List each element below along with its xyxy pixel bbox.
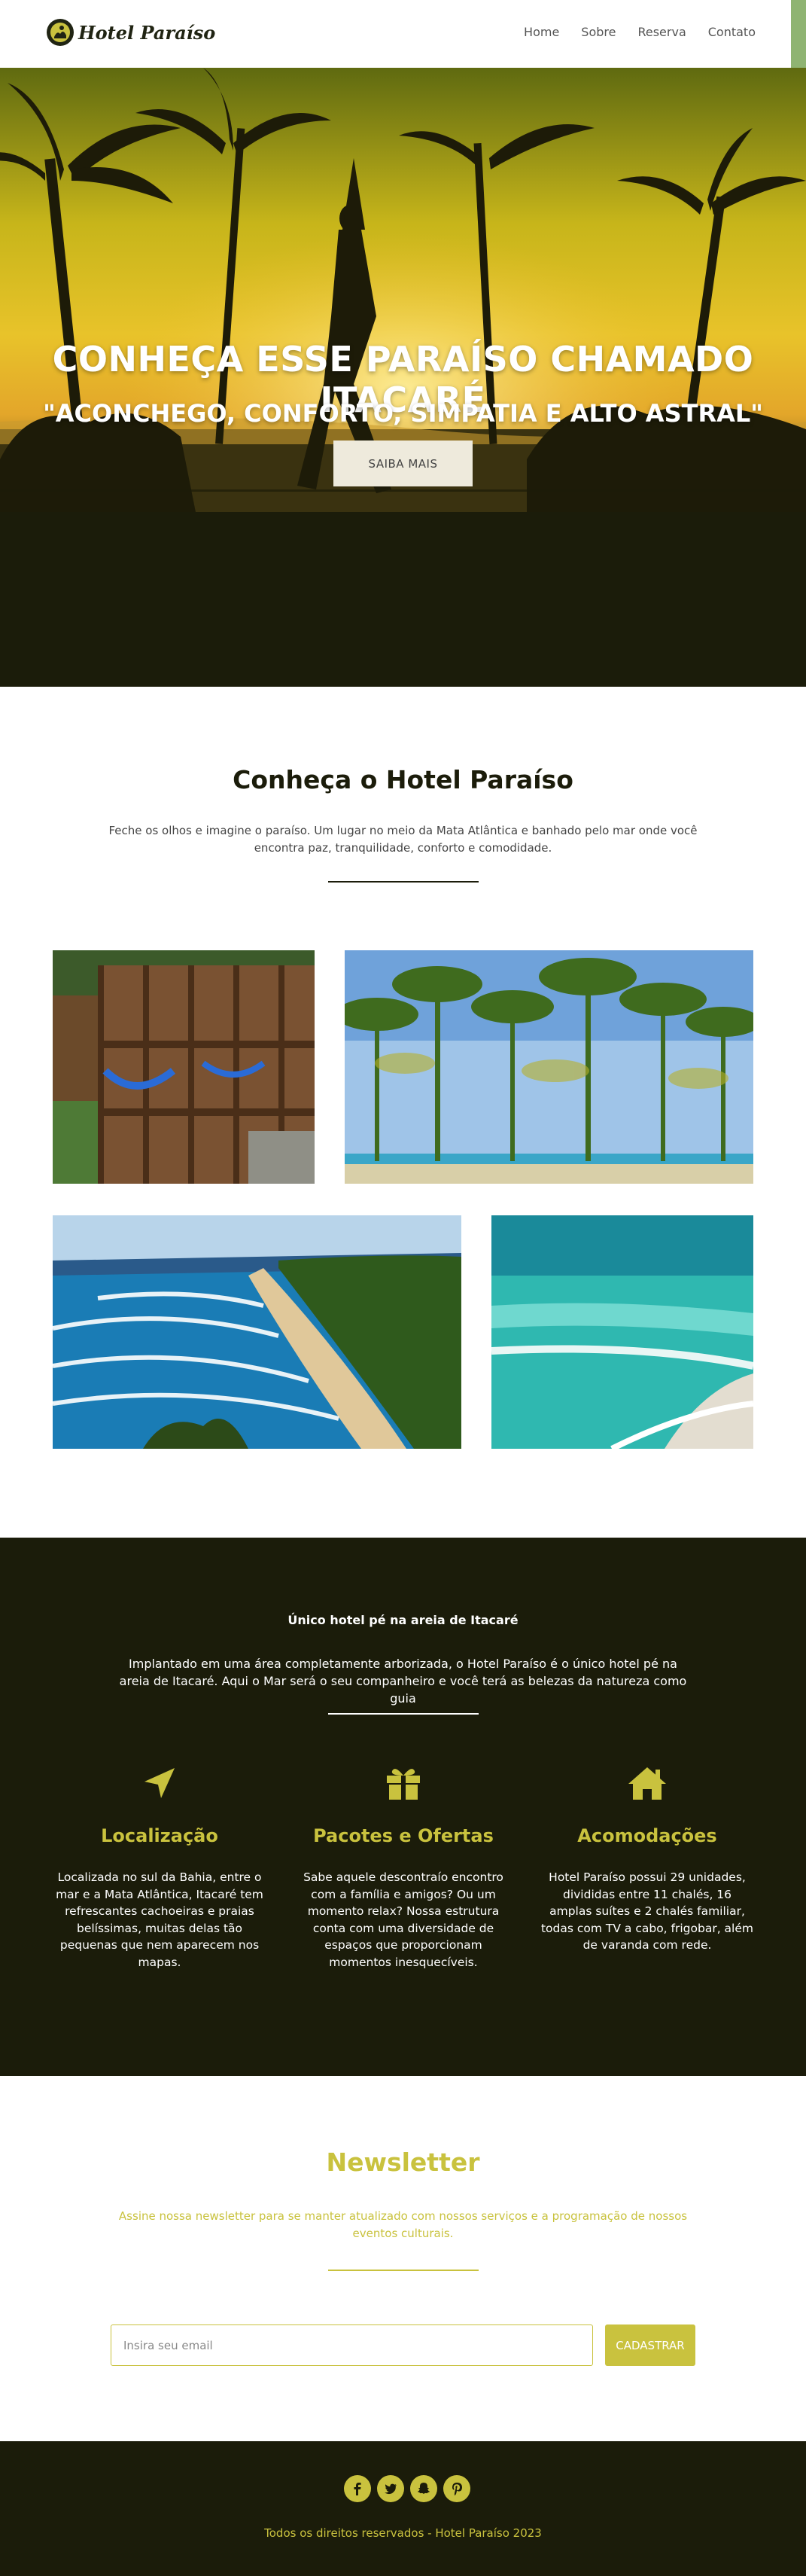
logo[interactable]: Hotel Paraíso [47,19,215,46]
nav-sobre-link[interactable]: Sobre [581,25,616,39]
twitter-icon[interactable] [377,2475,404,2502]
palm-trees-beach-photo [345,950,753,1184]
cadastrar-button[interactable]: CADASTRAR [605,2324,695,2366]
copyright-text: Todos os direitos reservados - Hotel Par… [264,2526,542,2540]
features-title: Único hotel pé na areia de Itacaré [287,1613,519,1627]
facebook-icon[interactable] [344,2475,371,2502]
pinterest-icon[interactable] [443,2475,470,2502]
newsletter-description: Assine nossa newsletter para se manter a… [118,2209,688,2240]
feature-text: Sabe aquele descontraío encontro com a f… [303,1870,503,1969]
logo-text: Hotel Paraíso [78,21,216,44]
newsletter-section: Newsletter Assine nossa newsletter para … [0,2076,806,2441]
nav-accent-strip [791,0,806,68]
nav-contato-link[interactable]: Contato [708,25,756,39]
hero-section: CONHEÇA ESSE PARAÍSO CHAMADO ITACARÉ "AC… [0,68,806,687]
newsletter-title: Newsletter [326,2148,480,2177]
snapchat-icon[interactable] [410,2475,437,2502]
aerial-beach-photo [53,1215,461,1449]
newsletter-divider [328,2270,479,2271]
gift-icon [297,1764,510,1803]
social-links [344,2475,470,2502]
feature-localizacao: Localização Localizada no sul da Bahia, … [53,1764,266,1971]
wooden-chalet-photo [53,950,315,1184]
about-description: Feche os olhos e imagine o paraíso. Um l… [108,824,698,855]
location-arrow-icon [53,1764,266,1803]
logo-icon [47,19,74,46]
about-section: Conheça o Hotel Paraíso Feche os olhos e… [0,687,806,1538]
feature-text: Localizada no sul da Bahia, entre o mar … [56,1870,263,1969]
turquoise-sea-photo [491,1215,753,1449]
top-navbar: Hotel Paraíso Home Sobre Reserva Contato [0,0,806,68]
features-description: Implantado em uma área completamente arb… [119,1657,687,1706]
about-title: Conheça o Hotel Paraíso [233,765,573,794]
main-menu: Home Sobre Reserva Contato [524,25,756,39]
saiba-mais-button[interactable]: SAIBA MAIS [333,441,473,486]
nav-reserva-link[interactable]: Reserva [637,25,686,39]
feature-pacotes: Pacotes e Ofertas Sabe aquele descontraí… [297,1764,510,1971]
home-icon [540,1764,754,1803]
feature-title: Localização [101,1825,218,1846]
about-divider [328,881,479,883]
features-divider [328,1713,479,1715]
feature-acomodacoes: Acomodações Hotel Paraíso possui 29 unid… [540,1764,754,1954]
email-input[interactable] [111,2324,593,2366]
hero-subtitle: "ACONCHEGO, CONFORTO, SIMPATIA E ALTO AS… [43,399,763,428]
feature-text: Hotel Paraíso possui 29 unidades, dividi… [540,1870,753,1952]
footer: Todos os direitos reservados - Hotel Par… [0,2441,806,2576]
feature-title: Pacotes e Ofertas [313,1825,494,1846]
nav-home-link[interactable]: Home [524,25,559,39]
feature-title: Acomodações [577,1825,717,1846]
features-section: Único hotel pé na areia de Itacaré Impla… [0,1538,806,2076]
